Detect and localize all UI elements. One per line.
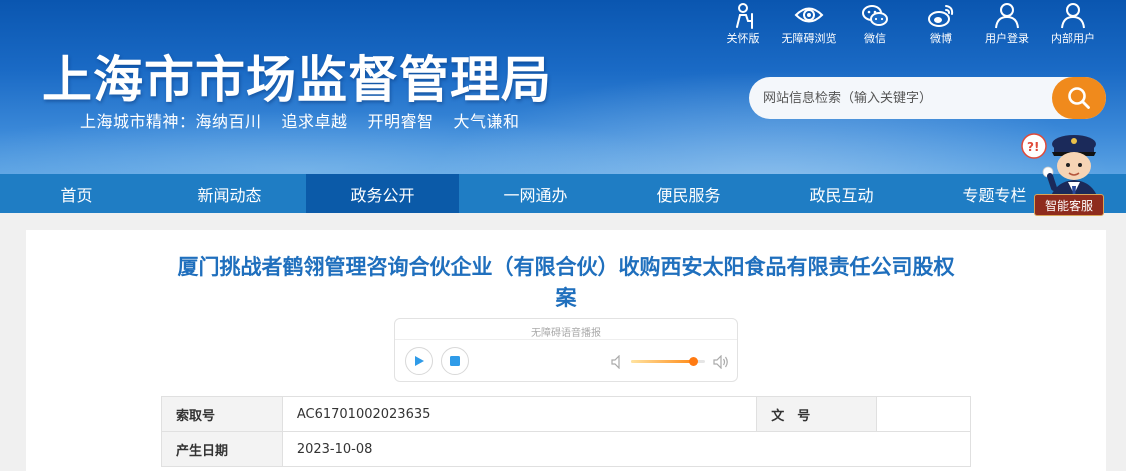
nav-services[interactable]: 便民服务 [612, 174, 765, 213]
site-title[interactable]: 上海市市场监督管理局 [42, 40, 552, 112]
article-panel: 厦门挑战者鹤翎管理咨询合伙企业（有限合伙）收购西安太阳食品有限责任公司股权 案 … [26, 230, 1106, 471]
toolbar-user-login[interactable]: 用户登录 [974, 2, 1040, 46]
elderly-care-icon [736, 3, 753, 29]
search-box [749, 77, 1106, 119]
search-button[interactable] [1052, 77, 1106, 119]
play-icon [415, 356, 424, 366]
slogan-part: 开明睿智 [367, 112, 434, 131]
audio-player: 无障碍语音播报 [394, 318, 738, 382]
weibo-icon [928, 5, 954, 27]
article-title-line: 厦门挑战者鹤翎管理咨询合伙企业（有限合伙）收购西安太阳食品有限责任公司股权 [177, 255, 955, 279]
volume-low-icon[interactable] [611, 355, 623, 369]
table-row: 产生日期 2023-10-08 [161, 431, 972, 467]
slogan-part: 追求卓越 [281, 112, 348, 131]
play-button[interactable] [405, 347, 433, 375]
toolbar-label: 内部用户 [1051, 32, 1095, 45]
date-label: 产生日期 [161, 431, 283, 467]
volume-high-icon[interactable] [713, 355, 729, 369]
main-nav: 首页 新闻动态 政务公开 一网通办 便民服务 政民互动 专题专栏 [0, 174, 1126, 213]
svg-text:?!: ?! [1027, 140, 1039, 154]
top-toolbar: 关怀版 无障碍浏览 微信 微博 用户登录 内部用户 [710, 2, 1106, 46]
index-label: 索取号 [161, 396, 283, 432]
toolbar-label: 关怀版 [726, 32, 760, 45]
toolbar-label: 微博 [930, 32, 952, 45]
slogan-part: 大气谦和 [453, 112, 520, 131]
user-icon [995, 3, 1019, 29]
nav-interaction[interactable]: 政民互动 [765, 174, 918, 213]
slogan-part: 上海城市精神：海纳百川 [80, 112, 262, 131]
toolbar-label: 无障碍浏览 [781, 32, 837, 45]
user-icon [1061, 3, 1085, 29]
city-slogan: 上海城市精神：海纳百川 追求卓越 开明睿智 大气谦和 [80, 108, 540, 132]
search-input[interactable] [749, 90, 1052, 106]
article-title-line: 案 [555, 286, 577, 310]
search-icon [1068, 87, 1090, 109]
wechat-icon [862, 5, 888, 26]
nav-news[interactable]: 新闻动态 [153, 174, 306, 213]
nav-home[interactable]: 首页 [0, 174, 153, 213]
site-header: 上海市市场监督管理局 上海城市精神：海纳百川 追求卓越 开明睿智 大气谦和 关怀版 无… [0, 0, 1126, 174]
volume-slider[interactable] [631, 357, 705, 366]
doc-no-label: 文 号 [756, 396, 878, 432]
article-title: 厦门挑战者鹤翎管理咨询合伙企业（有限合伙）收购西安太阳食品有限责任公司股权 案 [26, 252, 1106, 314]
toolbar-label: 用户登录 [985, 32, 1029, 45]
toolbar-care-version[interactable]: 关怀版 [710, 2, 776, 46]
date-value: 2023-10-08 [281, 431, 972, 467]
eye-icon [794, 7, 824, 23]
nav-gov-affairs[interactable]: 政务公开 [306, 174, 459, 213]
doc-no-value [876, 396, 971, 432]
stop-icon [450, 356, 460, 366]
index-value: AC61701002023635 [281, 396, 758, 432]
document-info-table: 索取号 AC61701002023635 文 号 产生日期 2023-10-08 [161, 396, 972, 467]
volume-knob[interactable] [689, 357, 699, 366]
nav-one-stop[interactable]: 一网通办 [459, 174, 612, 213]
audio-caption: 无障碍语音播报 [531, 328, 601, 339]
toolbar-label: 微信 [864, 32, 886, 45]
toolbar-weibo[interactable]: 微博 [908, 2, 974, 46]
toolbar-internal-user[interactable]: 内部用户 [1040, 2, 1106, 46]
stop-button[interactable] [441, 347, 469, 375]
assistant-button[interactable]: 智能客服 [1034, 194, 1104, 216]
toolbar-accessibility[interactable]: 无障碍浏览 [776, 2, 842, 46]
volume-level [631, 360, 694, 363]
table-row: 索取号 AC61701002023635 文 号 [161, 396, 971, 432]
toolbar-wechat[interactable]: 微信 [842, 2, 908, 46]
audio-divider [395, 339, 737, 340]
